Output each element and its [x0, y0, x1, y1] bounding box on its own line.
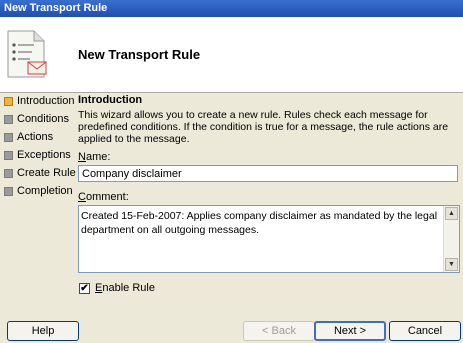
enable-rule-label[interactable]: Enable Rule: [95, 282, 155, 294]
scroll-up-icon[interactable]: ▲: [445, 207, 458, 220]
window-title-bar: New Transport Rule: [0, 0, 463, 17]
comment-label-text: omment:: [85, 191, 129, 203]
comment-textarea[interactable]: Created 15-Feb-2007: Applies company dis…: [78, 205, 460, 273]
cancel-button[interactable]: Cancel: [389, 321, 461, 341]
name-label-accel: N: [78, 151, 86, 163]
step-label: Create Rule: [17, 167, 76, 179]
checkmark-icon: ✔: [80, 283, 89, 294]
step-introduction[interactable]: Introduction: [0, 92, 75, 110]
intro-section: Introduction This wizard allows you to c…: [78, 92, 458, 145]
step-actions[interactable]: Actions: [0, 128, 72, 146]
step-completion[interactable]: Completion: [0, 182, 73, 200]
comment-label-accel: C: [78, 191, 86, 203]
comment-scrollbar[interactable]: ▲ ▼: [443, 206, 459, 272]
intro-description: This wizard allows you to create a new r…: [78, 109, 449, 145]
wizard-steps: Introduction Conditions Actions Exceptio…: [0, 92, 76, 200]
step-label: Conditions: [17, 113, 69, 125]
wizard-header: New Transport Rule: [0, 17, 463, 93]
wizard-title: New Transport Rule: [78, 47, 201, 62]
step-label: Actions: [17, 131, 54, 143]
next-button-label: Next >: [333, 325, 367, 337]
enable-rule-label-text: nable Rule: [102, 282, 155, 294]
step-pending-indicator-icon: [4, 169, 13, 178]
window-title: New Transport Rule: [4, 2, 108, 14]
step-conditions[interactable]: Conditions: [0, 110, 72, 128]
wizard-document-icon: [7, 30, 47, 78]
comment-text: Created 15-Feb-2007: Applies company dis…: [81, 210, 438, 236]
step-exceptions[interactable]: Exceptions: [0, 146, 72, 164]
name-input[interactable]: [78, 165, 458, 182]
step-current-indicator-icon: [4, 97, 13, 106]
comment-label: Comment:: [78, 191, 129, 203]
step-label: Exceptions: [17, 149, 71, 161]
back-button-label: < Back: [262, 325, 296, 337]
step-pending-indicator-icon: [4, 133, 13, 142]
section-title: Introduction: [78, 94, 143, 106]
cancel-button-label: Cancel: [407, 325, 443, 337]
step-label: Completion: [17, 185, 73, 197]
name-label: Name:: [78, 151, 110, 163]
step-label: Introduction: [17, 95, 75, 107]
name-label-text: ame:: [85, 151, 111, 163]
help-button-label: Help: [31, 325, 55, 337]
step-pending-indicator-icon: [4, 115, 13, 124]
next-button[interactable]: Next >: [314, 321, 386, 341]
scroll-down-icon[interactable]: ▼: [445, 258, 458, 271]
step-pending-indicator-icon: [4, 151, 13, 160]
back-button[interactable]: < Back: [243, 321, 315, 341]
help-button[interactable]: Help: [7, 321, 79, 341]
step-create-rule[interactable]: Create Rule: [0, 164, 76, 182]
step-pending-indicator-icon: [4, 187, 13, 196]
enable-rule-checkbox[interactable]: ✔: [79, 283, 90, 294]
